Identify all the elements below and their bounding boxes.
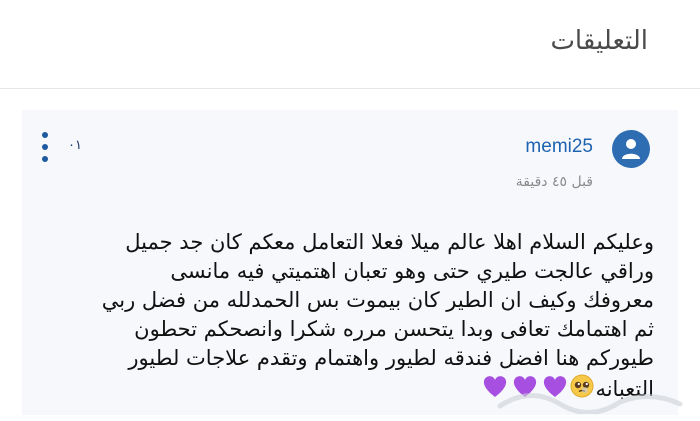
comment-line: وراقي عالجت طيري حتى وهو تعبان اهتميتي ف… [170, 259, 654, 283]
comment-line: معروفك وكيف ان الطير كان بيموت بس الحمدل… [101, 288, 654, 312]
comments-header: التعليقات [0, 0, 700, 89]
comment-line: ثم اهتمامك تعافى وبدا يتحسن مرره شكرا وا… [134, 317, 654, 341]
comment-number: ٠١ [68, 138, 82, 153]
comment-line: وعليكم السلام اهلا عالم ميلا فعلا التعام… [125, 230, 654, 254]
watermark-logo [490, 380, 690, 415]
comment-username[interactable]: memi25 [525, 136, 593, 158]
comment-line: طيوركم هنا افضل فندقه لطيور واهتمام وتقد… [128, 346, 654, 370]
page-title: التعليقات [550, 26, 648, 56]
comment-time: قبل ٤٥ دقيقة [515, 174, 593, 190]
user-icon [622, 139, 640, 159]
avatar[interactable] [612, 130, 650, 168]
vertical-dots-icon[interactable] [40, 132, 50, 162]
comment-card: memi25 قبل ٤٥ دقيقة ٠١ وعليكم السلام اهل… [22, 110, 678, 415]
